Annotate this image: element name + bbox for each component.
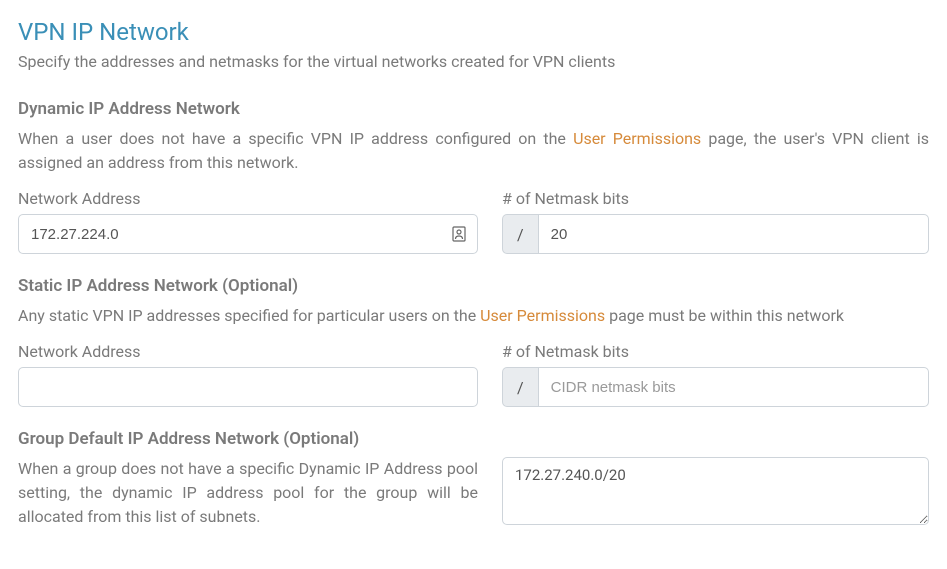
static-netmask-input[interactable] <box>538 367 929 407</box>
static-network-input[interactable] <box>18 367 478 407</box>
dynamic-desc-before: When a user does not have a specific VPN… <box>18 129 573 148</box>
dynamic-netmask-prefix: / <box>502 214 538 254</box>
static-desc-after: page must be within this network <box>605 306 844 325</box>
dynamic-network-label: Network Address <box>18 189 478 208</box>
static-network-label: Network Address <box>18 342 478 361</box>
page-subtitle: Specify the addresses and netmasks for t… <box>18 52 929 71</box>
static-netmask-label: # of Netmask bits <box>502 342 929 361</box>
dynamic-section-desc: When a user does not have a specific VPN… <box>18 127 929 175</box>
dynamic-section-title: Dynamic IP Address Network <box>18 99 929 119</box>
user-permissions-link-static[interactable]: User Permissions <box>480 306 605 325</box>
dynamic-netmask-input[interactable] <box>538 214 929 254</box>
dynamic-netmask-label: # of Netmask bits <box>502 189 929 208</box>
dynamic-network-input[interactable] <box>18 214 478 254</box>
contact-card-icon <box>452 226 466 242</box>
user-permissions-link[interactable]: User Permissions <box>573 129 701 148</box>
group-section-title: Group Default IP Address Network (Option… <box>18 429 929 449</box>
group-subnets-textarea[interactable] <box>502 457 929 525</box>
static-section-desc: Any static VPN IP addresses specified fo… <box>18 304 929 328</box>
page-title: VPN IP Network <box>18 18 929 46</box>
static-section-title: Static IP Address Network (Optional) <box>18 276 929 296</box>
group-section-desc: When a group does not have a specific Dy… <box>18 457 478 529</box>
static-desc-before: Any static VPN IP addresses specified fo… <box>18 306 480 325</box>
group-section: Group Default IP Address Network (Option… <box>18 429 929 529</box>
dynamic-section: Dynamic IP Address Network When a user d… <box>18 99 929 254</box>
static-netmask-prefix: / <box>502 367 538 407</box>
static-section: Static IP Address Network (Optional) Any… <box>18 276 929 407</box>
